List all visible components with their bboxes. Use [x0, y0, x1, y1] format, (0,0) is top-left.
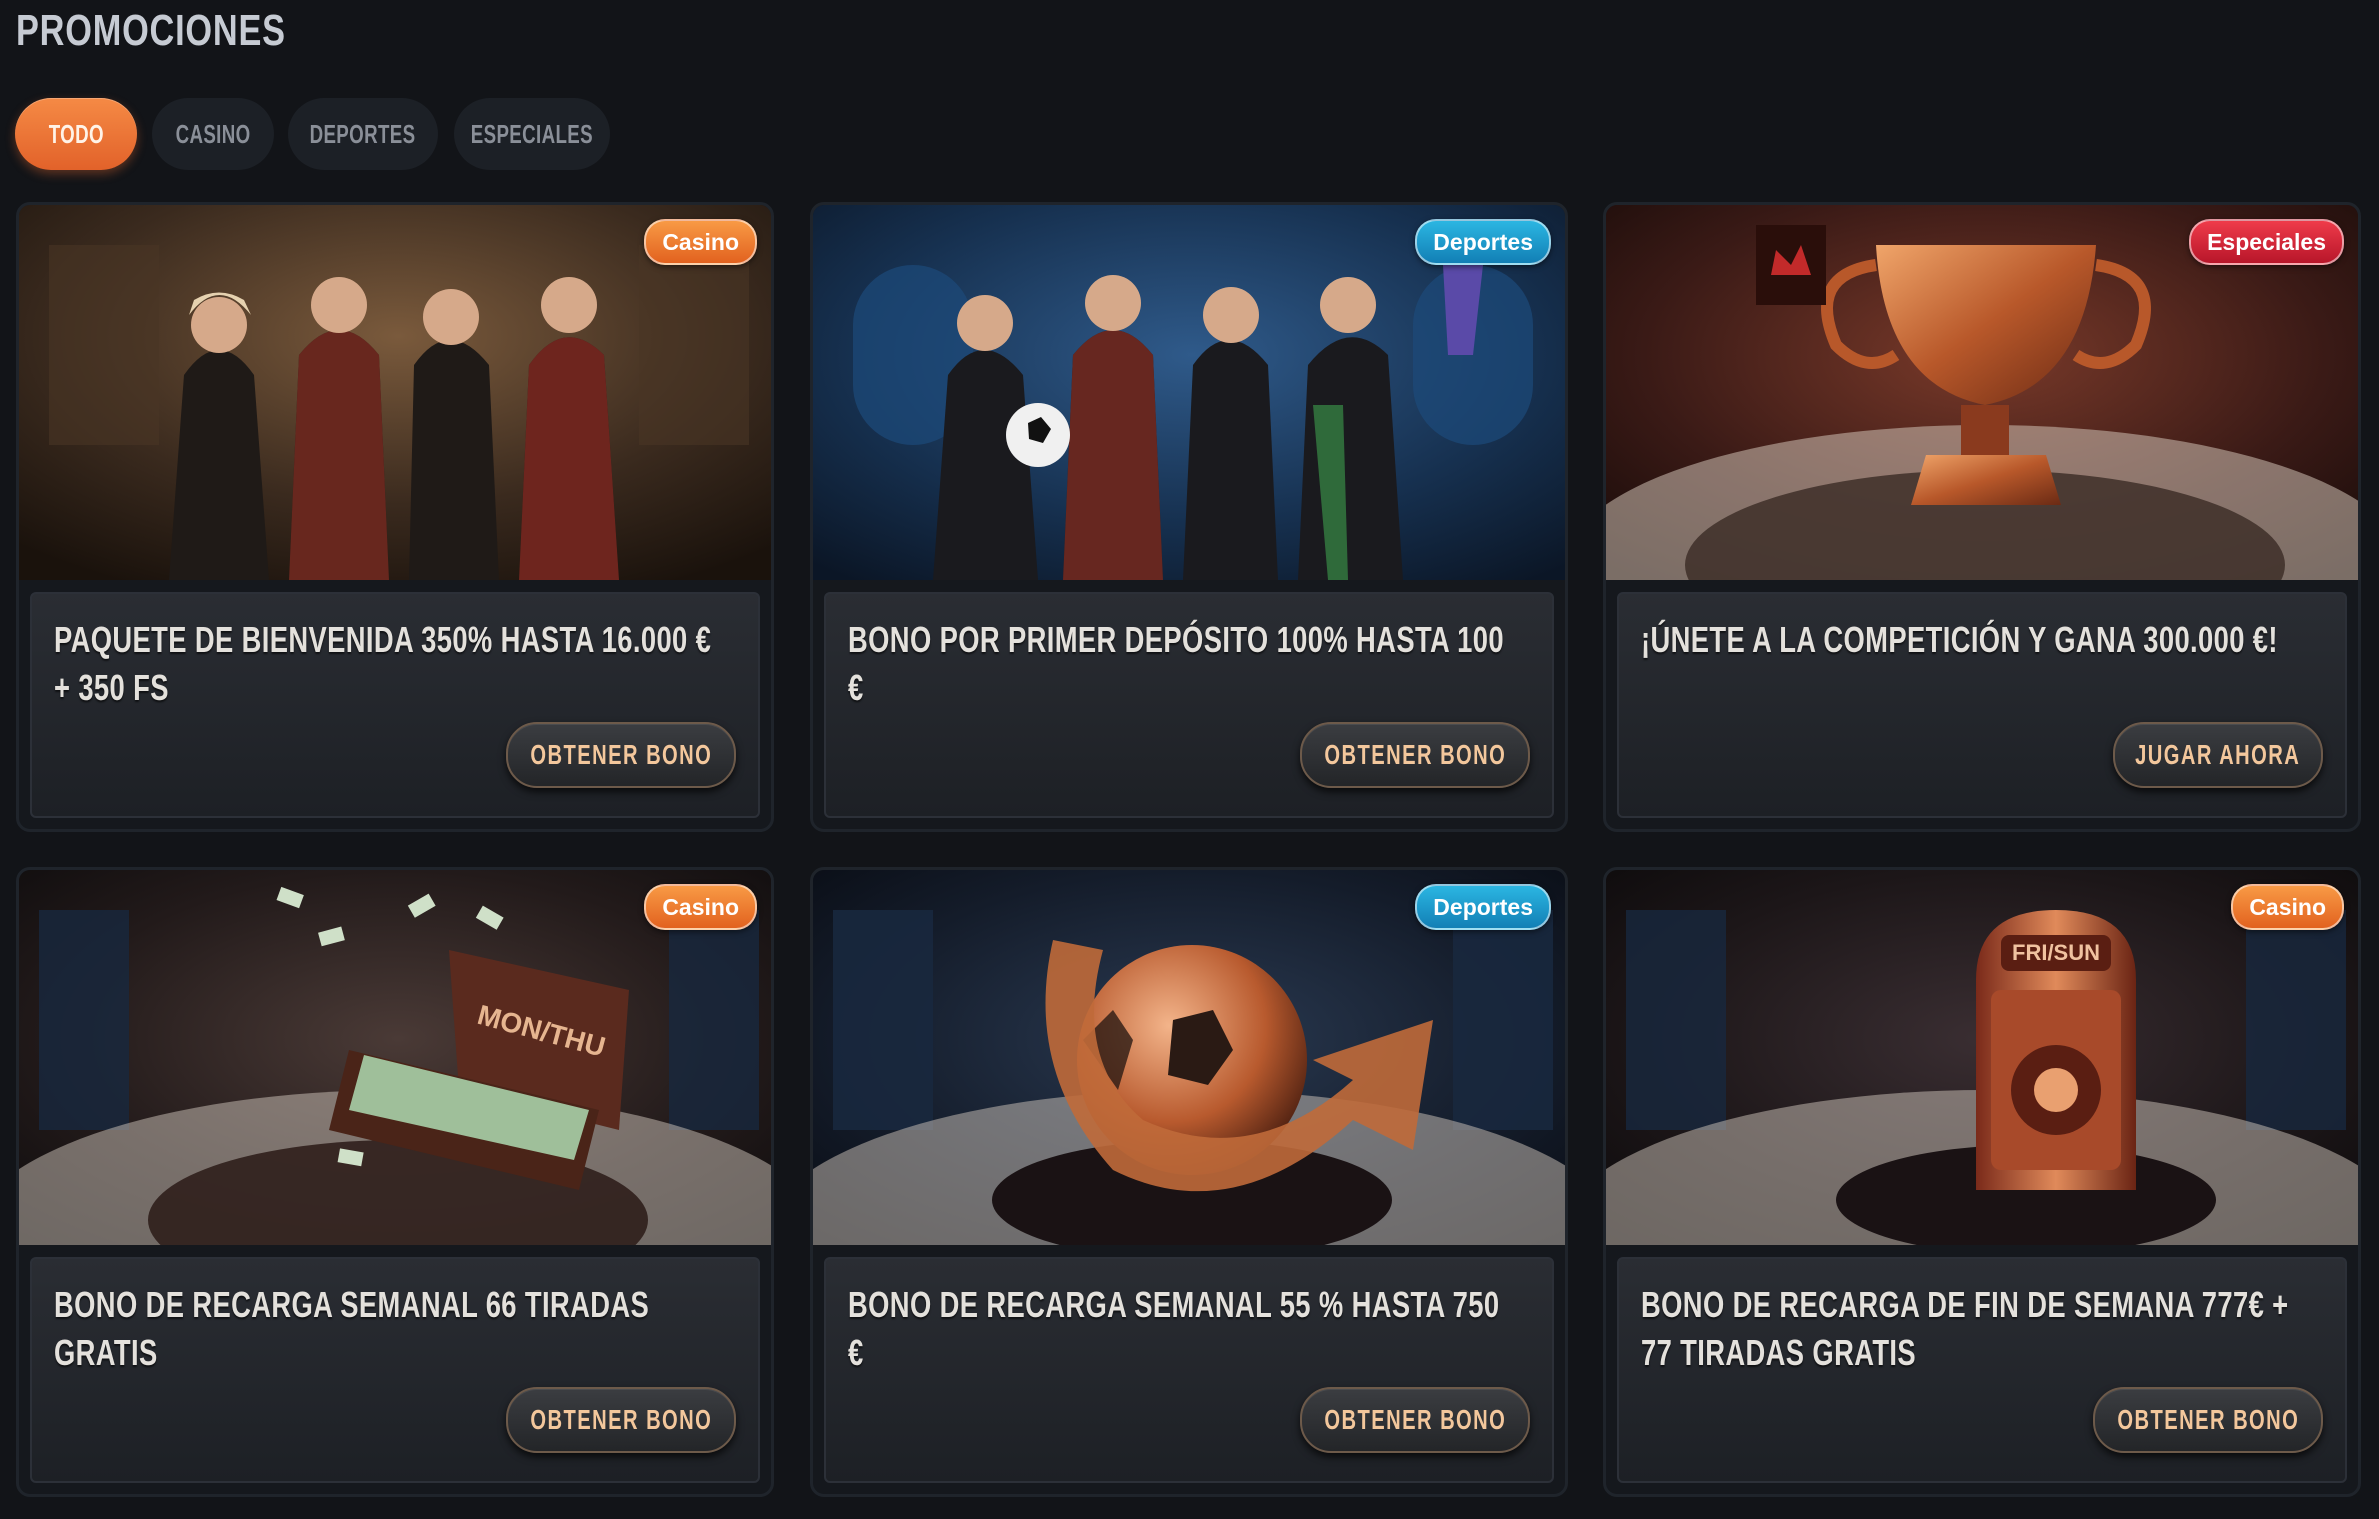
promo-title: BONO DE RECARGA DE FIN DE SEMANA 777€ + … — [1641, 1284, 2289, 1373]
promo-card-body: BONO POR PRIMER DEPÓSITO 100% HASTA 100 … — [824, 592, 1554, 818]
promo-card[interactable]: Deportes BONO POR PRIMER DEPÓSITO 100% H… — [810, 202, 1568, 832]
promo-card-body: ¡ÚNETE A LA COMPETICIÓN Y GANA 300.000 €… — [1617, 592, 2347, 818]
badge-casino: Casino — [2231, 884, 2344, 930]
promo-title: PAQUETE DE BIENVENIDA 350% HASTA 16.000 … — [54, 619, 712, 708]
promo-card-body: BONO DE RECARGA SEMANAL 55 % HASTA 750 €… — [824, 1257, 1554, 1483]
button-label: OBTENER BONO — [1324, 1404, 1506, 1435]
promo-card-body: BONO DE RECARGA SEMANAL 66 TIRADAS GRATI… — [30, 1257, 760, 1483]
tab-casino[interactable]: CASINO — [152, 98, 274, 170]
promo-title: BONO POR PRIMER DEPÓSITO 100% HASTA 100 … — [848, 619, 1504, 708]
promo-title: BONO DE RECARGA SEMANAL 55 % HASTA 750 € — [848, 1284, 1500, 1373]
promotions-page: PROMOCIONES TODO CASINO DEPORTES ESPECIA… — [0, 0, 2379, 1519]
tab-deportes[interactable]: DEPORTES — [288, 98, 438, 170]
promo-card[interactable]: FRI/SUN Casino BONO DE RECARGA DE FIN DE… — [1603, 867, 2361, 1497]
button-label: OBTENER BONO — [1324, 739, 1506, 770]
get-bonus-button[interactable]: OBTENER BONO — [2093, 1387, 2323, 1453]
tab-label: ESPECIALES — [470, 118, 594, 149]
page-title: PROMOCIONES — [16, 6, 286, 55]
play-now-button[interactable]: JUGAR AHORA — [2113, 722, 2323, 788]
get-bonus-button[interactable]: OBTENER BONO — [506, 1387, 736, 1453]
tab-especiales[interactable]: ESPECIALES — [454, 98, 610, 170]
promo-card-body: PAQUETE DE BIENVENIDA 350% HASTA 16.000 … — [30, 592, 760, 818]
button-label: OBTENER BONO — [530, 1404, 712, 1435]
tab-label: TODO — [48, 118, 104, 149]
badge-casino: Casino — [644, 219, 757, 265]
tab-label: DEPORTES — [310, 118, 416, 149]
button-label: JUGAR AHORA — [2135, 739, 2301, 770]
promo-title: BONO DE RECARGA SEMANAL 66 TIRADAS GRATI… — [54, 1284, 650, 1373]
badge-casino: Casino — [644, 884, 757, 930]
tab-label: CASINO — [175, 118, 251, 149]
promo-card[interactable]: Deportes BONO DE RECARGA SEMANAL 55 % HA… — [810, 867, 1568, 1497]
button-label: OBTENER BONO — [530, 739, 712, 770]
get-bonus-button[interactable]: OBTENER BONO — [506, 722, 736, 788]
badge-deportes: Deportes — [1415, 884, 1551, 930]
get-bonus-button[interactable]: OBTENER BONO — [1300, 1387, 1530, 1453]
badge-deportes: Deportes — [1415, 219, 1551, 265]
button-label: OBTENER BONO — [2117, 1404, 2299, 1435]
promo-card[interactable]: MON/THU Casino BONO DE RECARGA SEMANAL 6… — [16, 867, 774, 1497]
promo-card[interactable]: Especiales ¡ÚNETE A LA COMPETICIÓN Y GAN… — [1603, 202, 2361, 832]
promo-card-body: BONO DE RECARGA DE FIN DE SEMANA 777€ + … — [1617, 1257, 2347, 1483]
get-bonus-button[interactable]: OBTENER BONO — [1300, 722, 1530, 788]
promo-title: ¡ÚNETE A LA COMPETICIÓN Y GANA 300.000 €… — [1641, 619, 2278, 660]
promo-card[interactable]: Casino PAQUETE DE BIENVENIDA 350% HASTA … — [16, 202, 774, 832]
tab-todo[interactable]: TODO — [15, 98, 137, 170]
vault-label: FRI/SUN — [2012, 940, 2100, 965]
badge-especiales: Especiales — [2189, 219, 2344, 265]
